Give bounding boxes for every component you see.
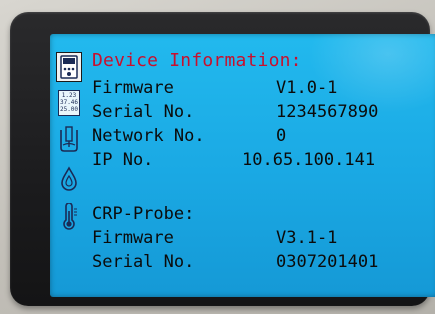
network-value: 0 xyxy=(276,126,287,146)
info-row-ip: IP No. 10.65.100.141 xyxy=(92,150,432,174)
water-drop-icon xyxy=(59,166,79,192)
probe-row-serial: Serial No. 0307201401 xyxy=(92,252,432,276)
sidebar-item-measurements[interactable]: 1.23 37.46 25.00 xyxy=(56,88,82,118)
page-title: Device Information: xyxy=(92,50,302,71)
info-row-serial: Serial No. 1234567890 xyxy=(92,102,432,126)
probe-firmware-value: V3.1-1 xyxy=(276,228,338,248)
firmware-value: V1.0-1 xyxy=(276,78,338,98)
sidebar-item-water[interactable] xyxy=(56,164,82,194)
probe-firmware-label: Firmware xyxy=(92,228,174,248)
sidebar-item-device-info[interactable] xyxy=(56,52,82,82)
probe-row-firmware: Firmware V3.1-1 xyxy=(92,228,432,252)
mini-value-3: 25.00 xyxy=(59,106,79,113)
probe-serial-label: Serial No. xyxy=(92,252,195,272)
network-label: Network No. xyxy=(92,126,205,146)
mini-value-1: 1.23 xyxy=(61,92,77,99)
info-row-firmware: Firmware V1.0-1 xyxy=(92,78,432,102)
display-screen: 1.23 37.46 25.00 Device Information: Fir… xyxy=(50,34,435,297)
serial-value: 1234567890 xyxy=(276,102,379,122)
probe-serial-value: 0307201401 xyxy=(276,252,379,272)
ip-label: IP No. xyxy=(92,150,154,170)
probe-section-title: CRP-Probe: xyxy=(92,204,195,224)
sidebar-item-temperature[interactable] xyxy=(56,202,82,232)
measurement-values-icon: 1.23 37.46 25.00 xyxy=(58,90,80,116)
serial-label: Serial No. xyxy=(92,102,195,122)
mini-value-2: 37.46 xyxy=(59,99,79,106)
device-bezel: 1.23 37.46 25.00 Device Information: Fir… xyxy=(10,12,435,306)
thermometer-icon xyxy=(59,203,79,231)
sensor-probe-icon xyxy=(58,126,80,152)
device-info-icon xyxy=(59,55,79,79)
sidebar-item-probe[interactable] xyxy=(56,124,82,154)
sidebar-icon-strip: 1.23 37.46 25.00 xyxy=(56,52,82,262)
ip-value: 10.65.100.141 xyxy=(242,150,376,170)
firmware-label: Firmware xyxy=(92,78,174,98)
info-row-network: Network No. 0 xyxy=(92,126,432,150)
